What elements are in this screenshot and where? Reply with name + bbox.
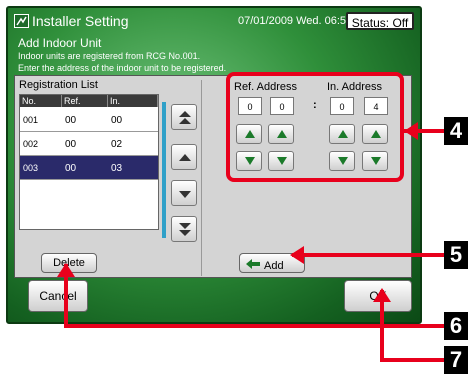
table-row-selected[interactable]: 003 00 03	[20, 156, 158, 180]
up-arrow-icon	[338, 130, 348, 138]
title-bar: Installer Setting 07/01/2009 Wed. 06:56 …	[8, 8, 420, 34]
ref-digit-2-down-button[interactable]	[268, 151, 294, 171]
scroll-up-button[interactable]	[171, 144, 197, 170]
cell-no: 001	[23, 115, 39, 125]
info-line-2: Enter the address of the indoor unit to …	[18, 63, 227, 73]
scroll-bottom-button[interactable]	[171, 216, 197, 242]
table-row[interactable]: 002 00 02	[20, 132, 158, 156]
cell-ref: 00	[65, 139, 77, 150]
in-digit-1-up-button[interactable]	[329, 124, 355, 144]
cell-in: 03	[111, 163, 123, 174]
in-digit-2-up-button[interactable]	[362, 124, 388, 144]
table-row[interactable]: 001 00 00	[20, 108, 158, 132]
cancel-button[interactable]: Cancel	[28, 280, 88, 312]
up-arrow-icon	[371, 130, 381, 138]
registration-list-title: Registration List	[19, 79, 98, 91]
double-up-arrow-icon	[179, 111, 191, 124]
up-arrow-icon	[179, 154, 191, 161]
app-title: Installer Setting	[32, 13, 129, 29]
callout-arrow-5-icon	[290, 246, 304, 264]
up-arrow-icon	[245, 130, 255, 138]
cell-ref: 00	[65, 163, 77, 174]
ref-address-digit-1[interactable]: 0	[238, 97, 262, 115]
add-label: Add	[264, 260, 284, 272]
column-header-ref: Ref.	[62, 95, 108, 107]
callout-arrow-6-icon	[57, 263, 75, 277]
cell-in: 02	[111, 139, 123, 150]
callout-arrow-4-icon	[404, 122, 418, 140]
callout-number-4: 4	[444, 117, 468, 145]
cell-ref: 00	[65, 115, 77, 126]
cell-in: 00	[111, 115, 123, 126]
ref-digit-1-down-button[interactable]	[236, 151, 262, 171]
callout-arrow-7-icon	[373, 288, 391, 302]
callout-line-7-horizontal	[380, 358, 444, 362]
scroll-top-button[interactable]	[171, 104, 197, 130]
list-scrollbar[interactable]	[162, 102, 166, 238]
ref-address-digit-2[interactable]: 0	[270, 97, 294, 115]
installer-setting-icon	[14, 14, 29, 28]
in-address-label: In. Address	[327, 81, 383, 93]
left-arrow-icon	[246, 259, 260, 269]
registration-table: No. Ref. In. 001 00 00 002 00 02 003 00 …	[19, 94, 159, 230]
up-arrow-icon	[277, 130, 287, 138]
in-address-digit-1[interactable]: 0	[330, 97, 354, 115]
callout-number-7: 7	[444, 346, 468, 374]
address-separator: :	[313, 99, 317, 111]
in-digit-2-down-button[interactable]	[362, 151, 388, 171]
panel-divider	[201, 80, 202, 276]
double-down-arrow-icon	[179, 223, 191, 236]
ref-digit-2-up-button[interactable]	[268, 124, 294, 144]
cell-no: 003	[23, 163, 39, 173]
ref-digit-1-up-button[interactable]	[236, 124, 262, 144]
in-address-digit-2[interactable]: 4	[364, 97, 388, 115]
ref-address-label: Ref. Address	[234, 81, 297, 93]
scroll-down-button[interactable]	[171, 180, 197, 206]
column-header-in: In.	[108, 95, 158, 107]
callout-number-5: 5	[444, 241, 468, 269]
down-arrow-icon	[371, 157, 381, 165]
down-arrow-icon	[277, 157, 287, 165]
status-button[interactable]: Status: Off	[346, 12, 414, 30]
info-line-1: Indoor units are registered from RCG No.…	[18, 51, 201, 61]
down-arrow-icon	[179, 191, 191, 198]
down-arrow-icon	[338, 157, 348, 165]
column-header-no: No.	[20, 95, 62, 107]
section-title: Add Indoor Unit	[18, 36, 102, 50]
callout-line-6-horizontal	[64, 324, 444, 328]
cell-no: 002	[23, 139, 39, 149]
in-digit-1-down-button[interactable]	[329, 151, 355, 171]
down-arrow-icon	[245, 157, 255, 165]
callout-line-5	[292, 253, 444, 257]
callout-number-6: 6	[444, 312, 468, 340]
